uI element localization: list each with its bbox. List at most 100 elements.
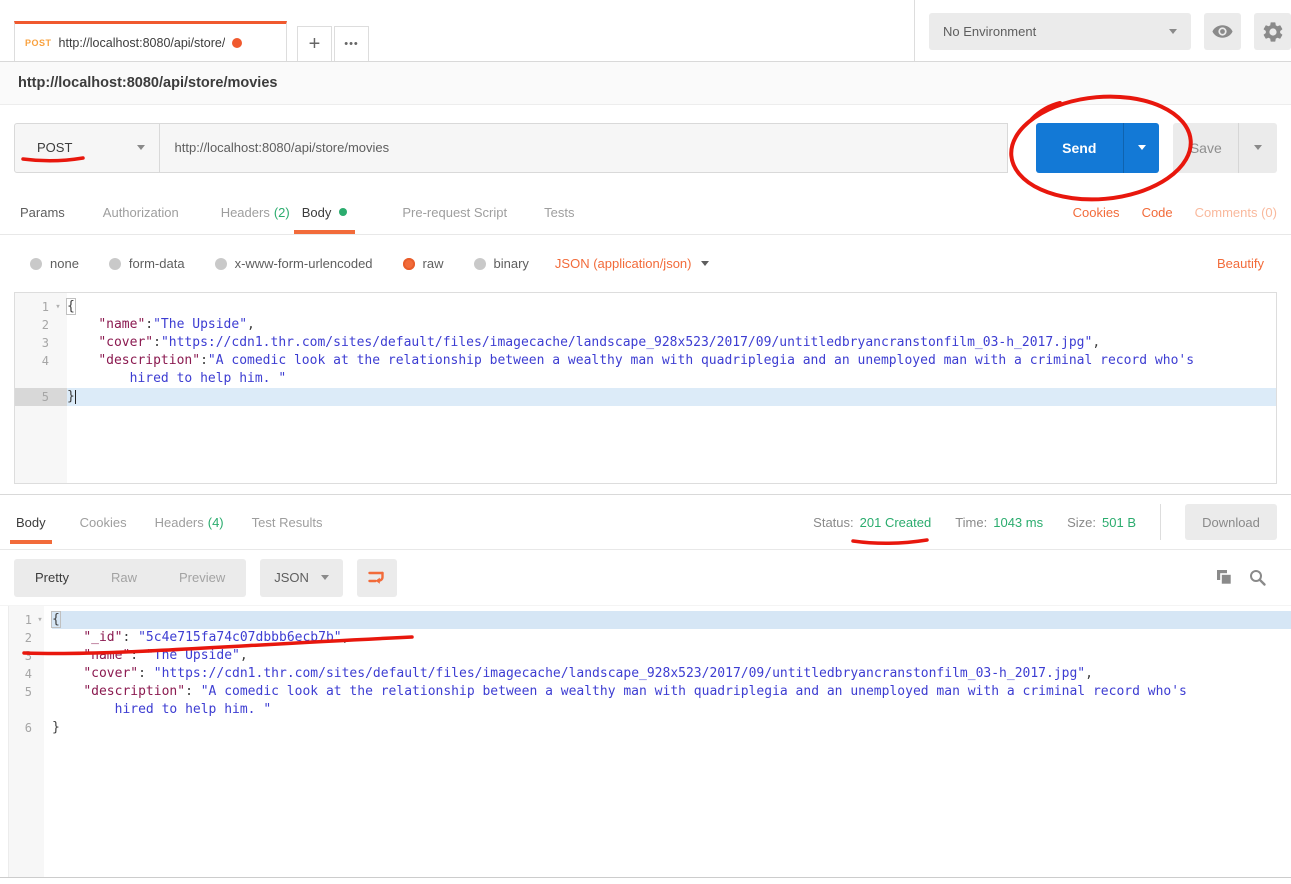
chevron-down-icon: [321, 575, 329, 580]
search-response-button[interactable]: [1249, 569, 1267, 587]
url-input[interactable]: [160, 123, 1008, 173]
code-text[interactable]: "_id": "5c4e715fa74c07dbbb6ecb7b",: [52, 629, 1291, 647]
fold-arrow-icon[interactable]: ▾: [49, 298, 67, 316]
code-line: 4 "cover": "https://cdn1.thr.com/sites/d…: [8, 665, 1291, 683]
status-label: Status:: [813, 515, 853, 530]
tab-options-button[interactable]: •••: [334, 26, 369, 61]
response-tab-headers[interactable]: Headers (4): [155, 495, 224, 549]
request-builder-row: POST Send Save: [0, 105, 1291, 190]
request-tab[interactable]: POST http://localhost:8080/api/store/: [14, 21, 287, 61]
code-line: 6}: [8, 719, 1291, 737]
line-number: 5: [15, 388, 49, 406]
tab-url-label: http://localhost:8080/api/store/: [59, 36, 226, 50]
cookies-link[interactable]: Cookies: [1073, 205, 1120, 220]
response-format-value: JSON: [274, 570, 309, 585]
view-mode-preview[interactable]: Preview: [158, 570, 246, 585]
chevron-down-icon: [137, 145, 145, 150]
code-line: 5}: [15, 388, 1276, 406]
code-line: 2 "name":"The Upside",: [15, 316, 1276, 334]
save-options-button[interactable]: [1238, 123, 1277, 173]
request-body-editor[interactable]: 1▾{2 "name":"The Upside",3 "cover":"http…: [14, 292, 1277, 484]
status-pair: Status: 201 Created: [813, 515, 931, 530]
body-mode-raw[interactable]: raw: [403, 256, 444, 271]
tab-authorization[interactable]: Authorization: [103, 190, 179, 234]
divider: [1160, 504, 1161, 540]
code-link[interactable]: Code: [1142, 205, 1173, 220]
response-tabs: Body Cookies Headers (4) Test Results: [10, 495, 322, 549]
response-headers-count-badge: (4): [208, 515, 224, 530]
code-text[interactable]: hired to help him. ": [52, 701, 1291, 719]
code-text[interactable]: }: [52, 719, 1291, 737]
send-options-button[interactable]: [1123, 123, 1160, 173]
tab-pre-request-script[interactable]: Pre-request Script: [402, 190, 507, 234]
method-select[interactable]: POST: [14, 123, 160, 173]
time-value: 1043 ms: [993, 515, 1043, 530]
view-mode-segment: Pretty Raw Preview: [14, 559, 246, 597]
code-text[interactable]: "cover":"https://cdn1.thr.com/sites/defa…: [67, 334, 1276, 352]
chevron-down-icon: [701, 261, 709, 266]
radio-icon: [109, 258, 121, 270]
response-tab-test-results[interactable]: Test Results: [252, 495, 323, 549]
line-gutter: 1▾: [15, 298, 67, 316]
copy-response-button[interactable]: [1216, 569, 1233, 586]
code-line: 1▾{: [15, 298, 1276, 316]
radio-icon: [30, 258, 42, 270]
settings-button[interactable]: [1254, 13, 1291, 50]
code-text[interactable]: {: [52, 611, 1291, 629]
tab-body[interactable]: Body: [294, 190, 356, 234]
response-tab-cookies[interactable]: Cookies: [80, 495, 127, 549]
save-button[interactable]: Save: [1173, 123, 1238, 173]
new-tab-button[interactable]: +: [297, 26, 332, 61]
tab-tests[interactable]: Tests: [544, 190, 574, 234]
code-text[interactable]: "name":"The Upside",: [67, 316, 1276, 334]
line-number: 2: [15, 316, 49, 334]
tab-headers[interactable]: Headers (2): [221, 190, 290, 234]
code-text[interactable]: }: [67, 388, 1276, 406]
response-status-group: Status: 201 Created Time: 1043 ms Size: …: [813, 495, 1291, 549]
search-icon: [1249, 569, 1267, 587]
line-gutter: 5: [15, 388, 67, 406]
view-mode-pretty[interactable]: Pretty: [14, 570, 90, 585]
content-type-select[interactable]: JSON (application/json): [555, 256, 710, 271]
size-value: 501 B: [1102, 515, 1136, 530]
tab-authorization-label: Authorization: [103, 205, 179, 220]
response-view-bar: Pretty Raw Preview JSON: [0, 550, 1291, 605]
header-bar: POST http://localhost:8080/api/store/ + …: [0, 0, 1291, 62]
code-line: 2 "_id": "5c4e715fa74c07dbbb6ecb7b",: [8, 629, 1291, 647]
code-text[interactable]: "description": "A comedic look at the re…: [52, 683, 1291, 701]
code-text[interactable]: "description":"A comedic look at the rel…: [67, 352, 1276, 370]
tab-headers-label: Headers: [221, 205, 270, 220]
wrap-lines-button[interactable]: [357, 559, 397, 597]
line-gutter: 1▾: [8, 611, 52, 629]
code-text[interactable]: "cover": "https://cdn1.thr.com/sites/def…: [52, 665, 1291, 683]
beautify-link[interactable]: Beautify: [1217, 256, 1264, 271]
download-button[interactable]: Download: [1185, 504, 1277, 540]
status-value: 201 Created: [860, 515, 932, 530]
headers-count-badge: (2): [274, 205, 290, 220]
code-text[interactable]: {: [67, 298, 1276, 316]
tab-tests-label: Tests: [544, 205, 574, 220]
view-mode-raw[interactable]: Raw: [90, 570, 158, 585]
request-editor-wrap: 1▾{2 "name":"The Upside",3 "cover":"http…: [0, 292, 1291, 495]
response-tab-body[interactable]: Body: [10, 495, 52, 549]
code-line: 3 "name": "The Upside",: [8, 647, 1291, 665]
response-format-select[interactable]: JSON: [260, 559, 343, 597]
line-gutter: [15, 370, 67, 388]
body-mode-binary[interactable]: binary: [474, 256, 529, 271]
code-line: hired to help him. ": [15, 370, 1276, 388]
code-text[interactable]: hired to help him. ": [67, 370, 1276, 388]
comments-link[interactable]: Comments (0): [1195, 205, 1277, 220]
body-type-row: none form-data x-www-form-urlencoded raw…: [0, 235, 1291, 292]
environment-select[interactable]: No Environment: [929, 13, 1191, 50]
response-body-editor[interactable]: 1▾{2 "_id": "5c4e715fa74c07dbbb6ecb7b",3…: [0, 605, 1291, 878]
body-mode-form-data[interactable]: form-data: [109, 256, 185, 271]
fold-arrow-icon[interactable]: ▾: [32, 611, 48, 629]
save-button-group: Save: [1173, 123, 1277, 173]
environment-quick-look-button[interactable]: [1204, 13, 1241, 50]
body-mode-none[interactable]: none: [30, 256, 79, 271]
send-button[interactable]: Send: [1036, 123, 1123, 173]
body-mode-urlencoded[interactable]: x-www-form-urlencoded: [215, 256, 373, 271]
tab-params[interactable]: Params: [20, 190, 65, 234]
body-mode-urlencoded-label: x-www-form-urlencoded: [235, 256, 373, 271]
code-text[interactable]: "name": "The Upside",: [52, 647, 1291, 665]
